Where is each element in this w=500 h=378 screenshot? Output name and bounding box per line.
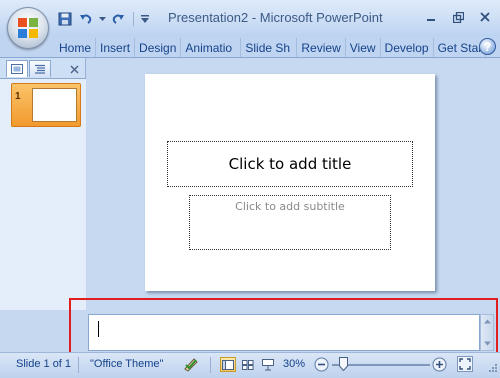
undo-icon[interactable]	[77, 10, 95, 28]
customize-dropdown-icon[interactable]	[140, 10, 150, 28]
slide-thumbnail[interactable]: 1	[11, 83, 81, 127]
tab-get-started[interactable]: Get Star	[434, 38, 486, 57]
undo-dropdown-icon[interactable]	[98, 10, 106, 28]
tab-insert[interactable]: Insert	[96, 38, 136, 57]
redo-icon[interactable]	[109, 10, 127, 28]
scroll-down-icon[interactable]	[483, 339, 492, 348]
office-button[interactable]	[7, 7, 49, 49]
slides-tab-icon	[11, 64, 23, 74]
thumbnail-list: 1	[0, 78, 86, 310]
slides-panel: 1	[0, 58, 86, 310]
scroll-up-icon[interactable]	[483, 317, 492, 326]
notes-splitter[interactable]	[87, 298, 500, 312]
slide-counter: Slide 1 of 1	[16, 358, 72, 370]
ribbon-tab-bar: Home Insert Design Animatio Slide Sh Rev…	[0, 36, 500, 58]
slide-canvas[interactable]: Click to add title Click to add subtitle	[145, 74, 435, 291]
zoom-level[interactable]: 30%	[283, 358, 305, 370]
notes-scrollbar[interactable]	[480, 314, 494, 351]
status-bar: Slide 1 of 1 "Office Theme" 30%	[0, 352, 500, 378]
slide-sorter-view-icon[interactable]	[240, 357, 256, 372]
office-logo-icon	[18, 18, 38, 38]
subtitle-placeholder[interactable]: Click to add subtitle	[189, 195, 391, 250]
title-placeholder[interactable]: Click to add title	[167, 141, 413, 187]
tab-review[interactable]: Review	[297, 38, 346, 57]
resize-grip-icon[interactable]	[488, 363, 498, 376]
panel-close-icon[interactable]	[70, 63, 79, 77]
outline-tab-icon	[35, 64, 45, 74]
save-icon[interactable]	[56, 10, 74, 28]
tab-outline[interactable]	[29, 60, 51, 77]
quick-access-toolbar	[56, 9, 150, 29]
text-caret	[98, 321, 99, 337]
zoom-slider-thumb[interactable]	[339, 357, 348, 374]
tab-design[interactable]: Design	[135, 38, 182, 57]
tab-developer[interactable]: Develop	[381, 38, 434, 57]
toolbar-separator	[133, 12, 134, 26]
restore-icon[interactable]	[451, 10, 465, 24]
status-separator	[78, 357, 79, 373]
tab-slides[interactable]	[6, 60, 28, 77]
notes-pane[interactable]	[88, 314, 480, 351]
zoom-in-icon[interactable]	[432, 357, 447, 375]
slide-show-view-icon[interactable]	[260, 357, 276, 372]
slide-editing-area: Click to add title Click to add subtitle	[87, 58, 500, 298]
window-controls	[424, 10, 492, 24]
tab-home[interactable]: Home	[55, 38, 97, 57]
thumbnail-number: 1	[15, 91, 21, 102]
tab-slide-show[interactable]: Slide Sh	[241, 38, 298, 57]
status-separator	[210, 357, 211, 373]
view-buttons	[220, 357, 276, 372]
thumbnail-preview	[32, 88, 77, 122]
tab-animations[interactable]: Animatio	[181, 38, 242, 57]
normal-view-icon[interactable]	[220, 357, 236, 372]
help-icon[interactable]: ?	[479, 38, 496, 55]
minimize-icon[interactable]	[424, 10, 438, 24]
theme-name[interactable]: "Office Theme"	[90, 358, 163, 370]
tab-view[interactable]: View	[346, 38, 381, 57]
window-title: Presentation2 - Microsoft PowerPoint	[168, 10, 383, 25]
fit-to-window-icon[interactable]	[457, 356, 473, 372]
spelling-check-icon[interactable]	[183, 356, 201, 376]
zoom-out-icon[interactable]	[314, 357, 329, 375]
close-icon[interactable]	[478, 10, 492, 24]
